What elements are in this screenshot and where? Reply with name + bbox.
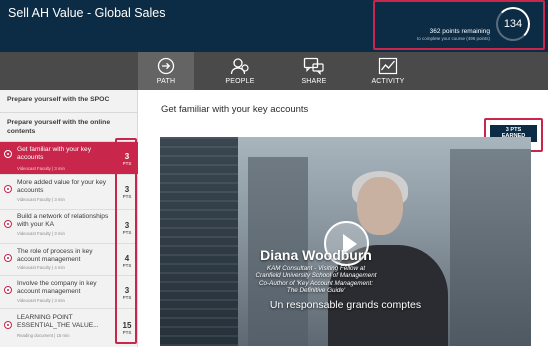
lesson-points: 3 PTS [122, 221, 132, 235]
points-circle: 134 [496, 7, 530, 41]
tab-share[interactable]: SHARE [286, 52, 342, 90]
lesson-points: 3 PTS [122, 286, 132, 300]
lesson-item[interactable]: More added value for your key accounts V… [0, 175, 138, 210]
tab-path-label: PATH [156, 78, 176, 85]
points-subtext: to complete your course (496 points) [416, 36, 490, 41]
tab-people-label: PEOPLE [225, 78, 255, 85]
lesson-points: 3 PTS [122, 152, 132, 166]
path-icon [157, 57, 175, 75]
speaker-caption: Diana Woodburn KAM Consultant - Visiting… [226, 247, 406, 295]
speaker-role: KAM Consultant - Visiting Fellow at Cran… [255, 265, 377, 295]
lesson-meta: Videocast Faculty | 3 min [17, 197, 65, 202]
tab-people[interactable]: PEOPLE [212, 52, 268, 90]
lesson-title: LEARNING POINT ESSENTIAL_THE VALUE... [17, 314, 99, 329]
lesson-meta: Videocast Faculty | 3 min [17, 166, 65, 171]
lesson-points: 15 PTS [122, 321, 132, 335]
video-player[interactable]: Diana Woodburn KAM Consultant - Visiting… [160, 137, 531, 346]
section-header-label: Prepare yourself with the online content… [7, 119, 111, 135]
lesson-title: The role of process in key account manag… [17, 248, 93, 263]
video-play-icon [4, 185, 12, 193]
lesson-title: Involve the company in key account manag… [17, 280, 97, 295]
lesson-item[interactable]: Involve the company in key account manag… [0, 276, 138, 309]
section-header-online[interactable]: Prepare yourself with the online content… [0, 113, 137, 142]
tab-share-label: SHARE [301, 78, 327, 85]
lesson-meta: Videocast Faculty | 4 min [17, 265, 65, 270]
lesson-item[interactable]: LEARNING POINT ESSENTIAL_THE VALUE... Re… [0, 309, 138, 347]
video-subtitle: Un responsable grands comptes [269, 299, 422, 311]
main-nav: PATH PEOPLE SHARE ACTIVITY [0, 52, 548, 90]
document-icon [4, 321, 12, 329]
course-title: Sell AH Value - Global Sales [8, 6, 166, 20]
lesson-item[interactable]: Get familiar with your key accounts Vide… [0, 142, 138, 175]
lesson-meta: Reading document | 15 min [17, 333, 70, 338]
tab-activity-label: ACTIVITY [371, 78, 405, 85]
speaker-head [357, 177, 403, 235]
lesson-item[interactable]: Build a network of relationships with yo… [0, 210, 138, 244]
lesson-meta: Videocast Faculty | 3 min [17, 298, 65, 303]
video-play-icon [4, 286, 12, 294]
sidebar: Prepare yourself with the SPOC Prepare y… [0, 90, 138, 347]
section-header-spoc[interactable]: Prepare yourself with the SPOC [0, 90, 137, 113]
header-bar: Sell AH Value - Global Sales 362 points … [0, 0, 548, 52]
lesson-title: More added value for your key accounts [17, 179, 107, 194]
section-header-label: Prepare yourself with the SPOC [7, 96, 110, 103]
video-background-detail [450, 149, 531, 346]
points-circle-value: 134 [503, 18, 523, 30]
activity-icon [378, 57, 398, 75]
lesson-points: 4 PTS [122, 254, 132, 268]
page-title: Get familiar with your key accounts [161, 104, 309, 115]
lesson-title: Build a network of relationships with yo… [17, 213, 109, 228]
lesson-meta: Videocast Faculty | 3 min [17, 231, 65, 236]
video-play-icon [4, 220, 12, 228]
app: Sell AH Value - Global Sales 362 points … [0, 0, 548, 347]
points-remaining-text: 362 points remaining [429, 28, 490, 35]
video-play-icon [4, 254, 12, 262]
tab-path[interactable]: PATH [138, 52, 194, 90]
tab-activity[interactable]: ACTIVITY [360, 52, 416, 90]
speaker-name: Diana Woodburn [260, 247, 372, 263]
video-background-detail [160, 137, 238, 346]
lesson-points: 3 PTS [122, 185, 132, 199]
share-icon [303, 57, 324, 75]
video-play-icon [4, 150, 12, 158]
people-icon [230, 58, 249, 75]
lesson-item[interactable]: The role of process in key account manag… [0, 244, 138, 276]
lesson-title: Get familiar with your key accounts [17, 146, 92, 161]
